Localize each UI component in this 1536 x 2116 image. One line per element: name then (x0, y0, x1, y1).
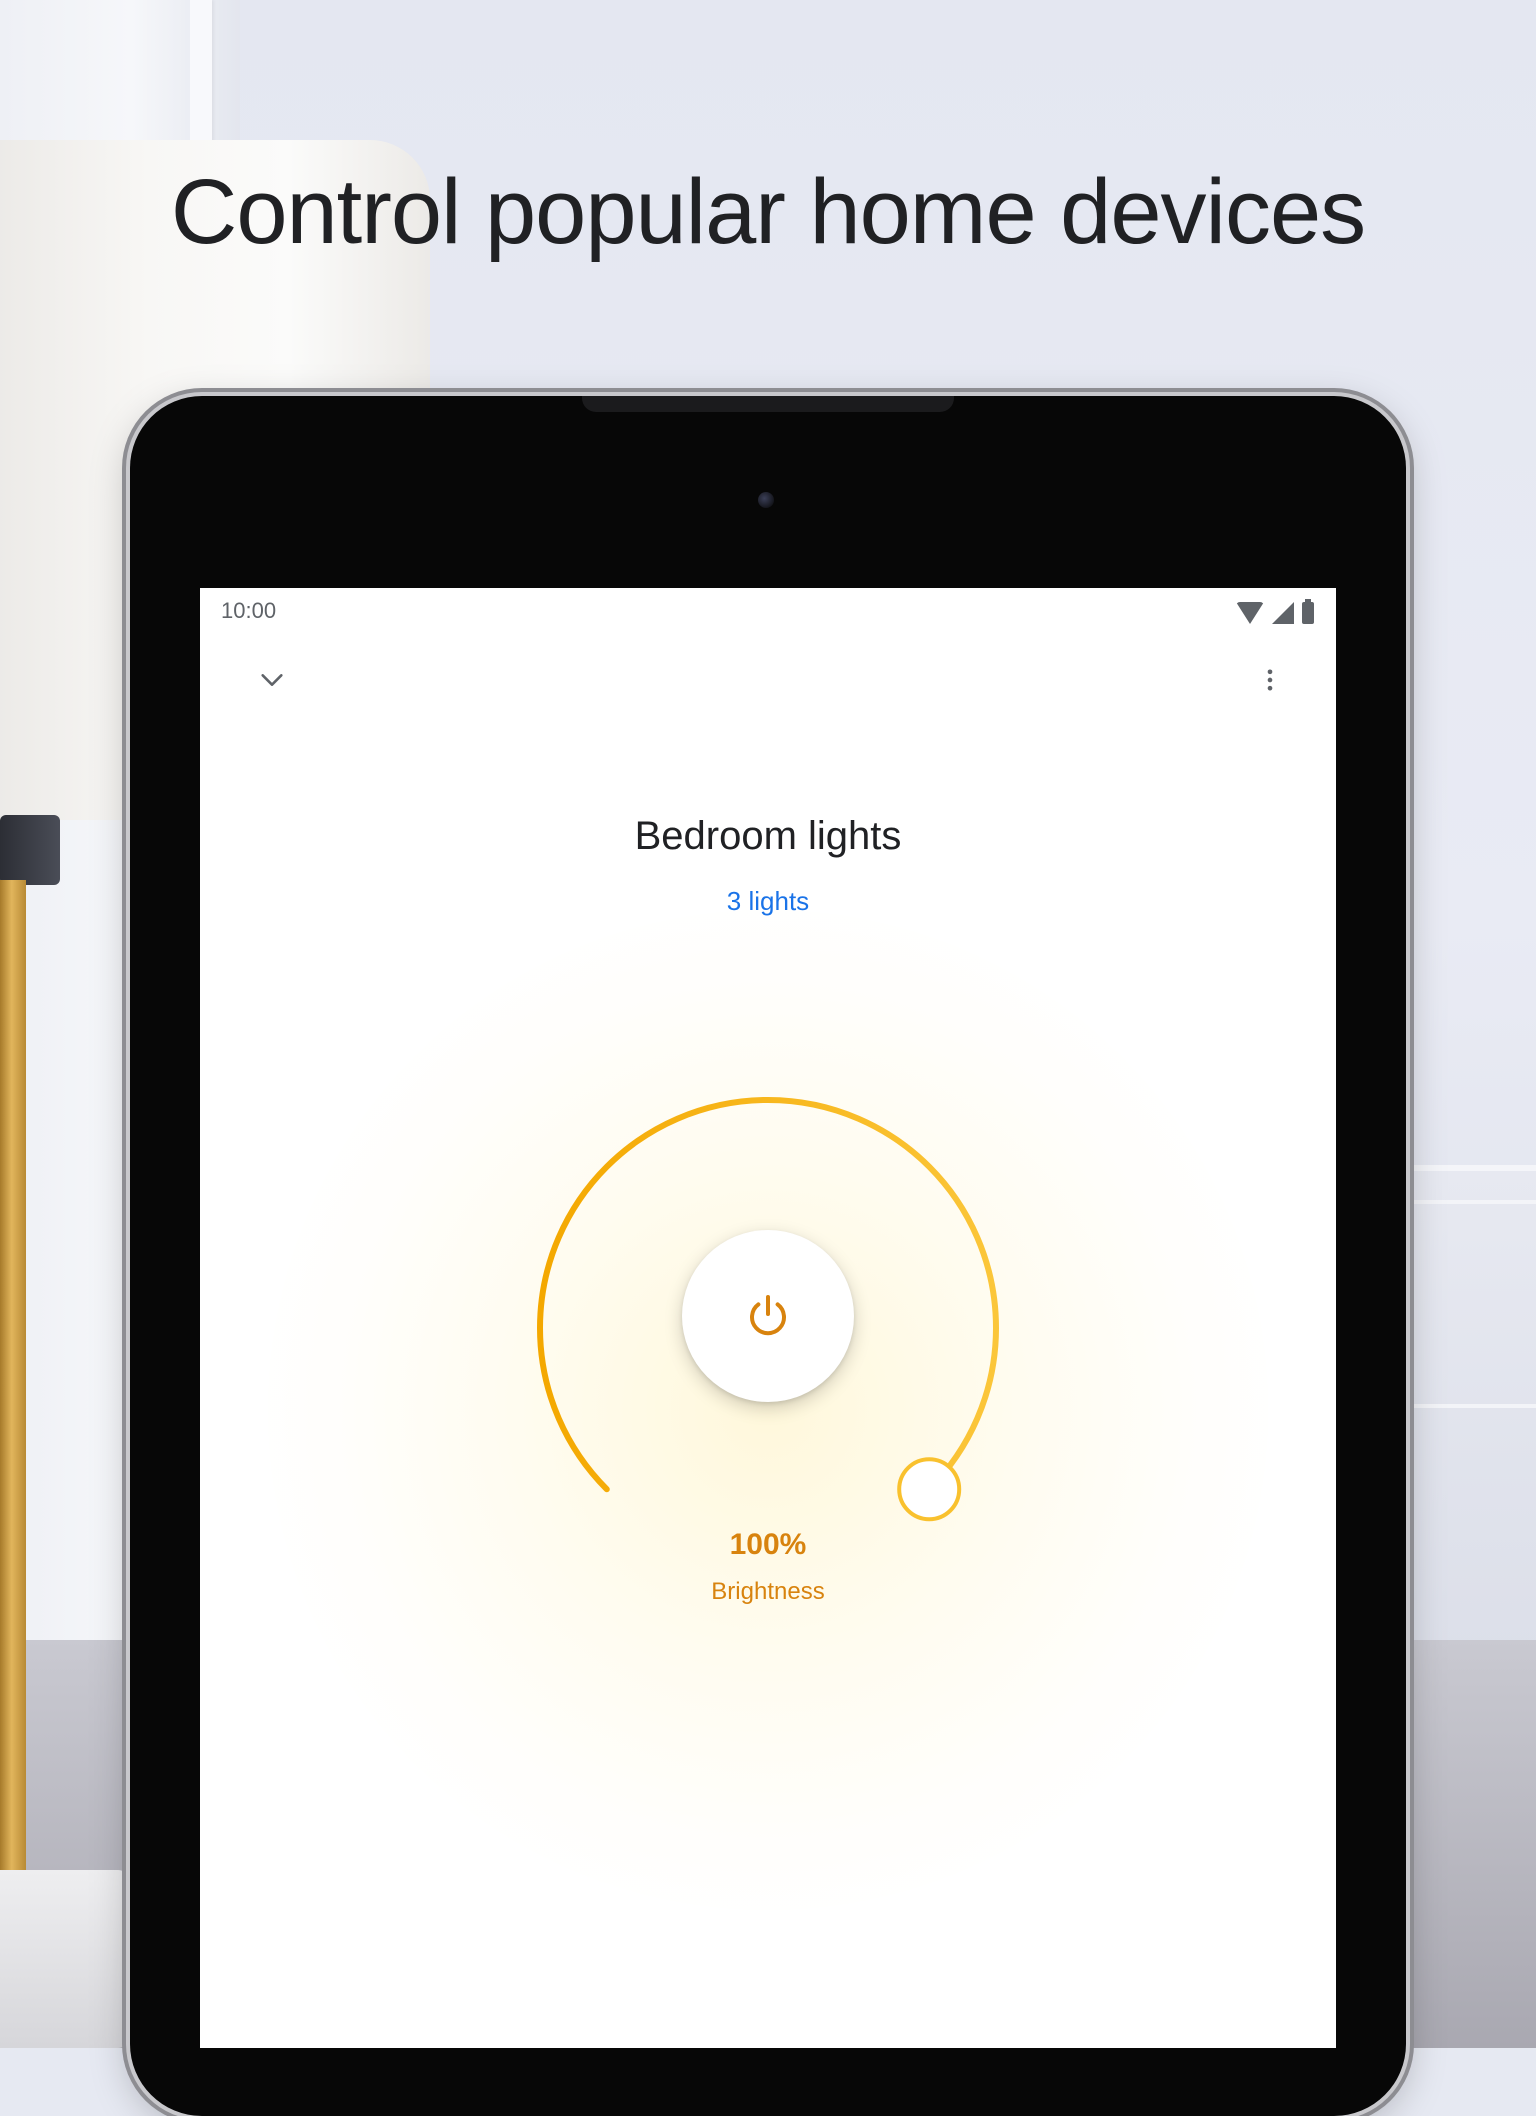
power-button[interactable] (682, 1230, 854, 1402)
device-count-link[interactable]: 3 lights (200, 886, 1336, 917)
more-vert-icon (1267, 669, 1273, 691)
promo-headline: Control popular home devices (170, 161, 1366, 263)
status-time: 10:00 (221, 598, 277, 623)
chevron-down-icon (261, 674, 283, 686)
device-title: Bedroom lights (634, 814, 902, 858)
status-bar: 10:00 (200, 588, 1336, 636)
top-app-bar (200, 648, 1336, 712)
tablet-notch (582, 396, 954, 412)
app-screen: 10:00 Bedroom lights 3 lights 100% Brigh… (200, 588, 1336, 2048)
lamp-fitting (0, 815, 60, 885)
status-icons (1236, 599, 1314, 624)
power-icon (750, 1295, 786, 1336)
brightness-label: Brightness (711, 1578, 825, 1605)
wifi-icon (1236, 602, 1264, 624)
wall-panel-molding (1410, 1200, 1536, 1408)
brightness-slider-handle[interactable] (897, 1457, 962, 1522)
lamp-pole (0, 880, 26, 1880)
camera-icon (758, 492, 774, 508)
more-options-button[interactable] (1246, 656, 1294, 704)
battery-icon (1302, 599, 1314, 624)
collapse-button[interactable] (248, 656, 296, 704)
lamp-base (0, 1870, 130, 2048)
signal-icon (1272, 602, 1294, 624)
brightness-value: 100% (729, 1528, 807, 1561)
